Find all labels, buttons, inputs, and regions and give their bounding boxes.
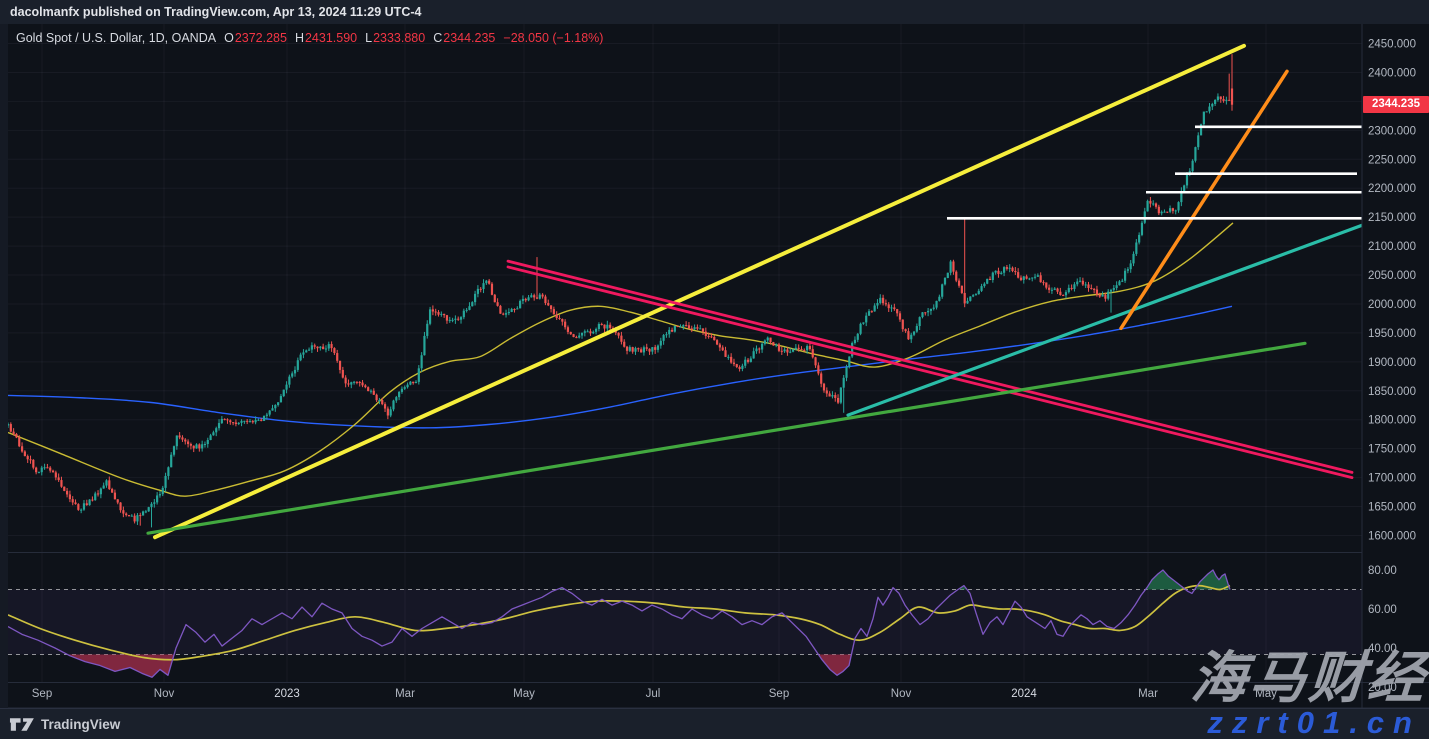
time-axis-label: Mar bbox=[395, 688, 415, 700]
publish-text: dacolmanfx published on TradingView.com,… bbox=[10, 5, 421, 19]
watermark-url: zzrt01.cn bbox=[1207, 707, 1421, 738]
price-axis[interactable]: 2450.000 2400.000 2300.000 2250.000 2200.000… bbox=[1368, 39, 1416, 695]
price-axis-label: 1700.000 bbox=[1368, 473, 1416, 485]
price-axis-label: 2100.000 bbox=[1368, 241, 1416, 253]
price-axis-label: 2200.000 bbox=[1368, 183, 1416, 195]
ohlc-open: O2372.285 bbox=[224, 31, 287, 45]
price-axis-label: 2000.000 bbox=[1368, 299, 1416, 311]
uptrend-teal[interactable] bbox=[848, 225, 1362, 415]
time-axis-label: Jul bbox=[646, 688, 661, 700]
chart-canvas[interactable]: 2450.000 2400.000 2300.000 2250.000 2200.000… bbox=[0, 0, 1429, 739]
time-axis-label: Mar bbox=[1138, 688, 1158, 700]
time-axis[interactable]: SepNov2023MarMayJulSepNov2024MarMay bbox=[32, 688, 1277, 700]
symbol-legend[interactable]: Gold Spot / U.S. Dollar, 1D, OANDA O2372… bbox=[16, 31, 603, 45]
support-pink-b[interactable] bbox=[508, 267, 1352, 478]
price-axis-label: 2150.000 bbox=[1368, 212, 1416, 224]
rsi-axis-label: 60.00 bbox=[1368, 604, 1397, 616]
price-axis-label: 1950.000 bbox=[1368, 328, 1416, 340]
tradingview-logo-icon[interactable] bbox=[9, 717, 35, 732]
horizontal-level-lines[interactable] bbox=[947, 127, 1362, 218]
uptrend-yellow[interactable] bbox=[155, 46, 1244, 537]
ohlc-low: L2333.880 bbox=[365, 31, 425, 45]
price-axis-label: 2050.000 bbox=[1368, 270, 1416, 282]
price-axis-label: 1600.000 bbox=[1368, 531, 1416, 543]
rsi-band bbox=[0, 590, 1362, 655]
time-axis-label: 2024 bbox=[1011, 688, 1037, 700]
time-axis-label: 2023 bbox=[274, 688, 300, 700]
symbol-title[interactable]: Gold Spot / U.S. Dollar, 1D, OANDA bbox=[16, 31, 216, 45]
time-axis-label: Nov bbox=[891, 688, 912, 700]
price-axis-label: 1900.000 bbox=[1368, 357, 1416, 369]
price-axis-label: 1650.000 bbox=[1368, 502, 1416, 514]
price-axis-label: 1800.000 bbox=[1368, 415, 1416, 427]
time-axis-label: Nov bbox=[154, 688, 175, 700]
price-axis-label: 2300.000 bbox=[1368, 125, 1416, 137]
ohlc-high: H2431.590 bbox=[295, 31, 357, 45]
price-axis-label: 2450.000 bbox=[1368, 39, 1416, 51]
chart-left-margin bbox=[0, 24, 8, 709]
time-axis-label: May bbox=[513, 688, 535, 700]
time-axis-label: Sep bbox=[32, 688, 52, 700]
tradingview-snapshot: dacolmanfx published on TradingView.com,… bbox=[0, 0, 1429, 739]
change-value: −28.050 (−1.18%) bbox=[503, 31, 603, 45]
uptrend-green[interactable] bbox=[148, 343, 1305, 533]
price-axis-label: 1750.000 bbox=[1368, 444, 1416, 456]
trendline-drawings[interactable] bbox=[148, 46, 1362, 537]
price-axis-label: 1850.000 bbox=[1368, 386, 1416, 398]
watermark-chinese: 海马财经 bbox=[1189, 650, 1429, 706]
rsi-axis-label: 80.00 bbox=[1368, 565, 1397, 577]
ohlc-close: C2344.235 bbox=[433, 31, 495, 45]
tradingview-logo-text[interactable]: TradingView bbox=[41, 717, 120, 732]
uptrend-orange[interactable] bbox=[1121, 71, 1287, 328]
price-axis-label: 2400.000 bbox=[1368, 67, 1416, 79]
price-axis-label: 2250.000 bbox=[1368, 154, 1416, 166]
time-axis-label: Sep bbox=[769, 688, 789, 700]
support-pink-a[interactable] bbox=[508, 261, 1352, 472]
last-price-label: 2344.235 bbox=[1363, 96, 1429, 113]
publish-header: dacolmanfx published on TradingView.com,… bbox=[0, 0, 1429, 24]
